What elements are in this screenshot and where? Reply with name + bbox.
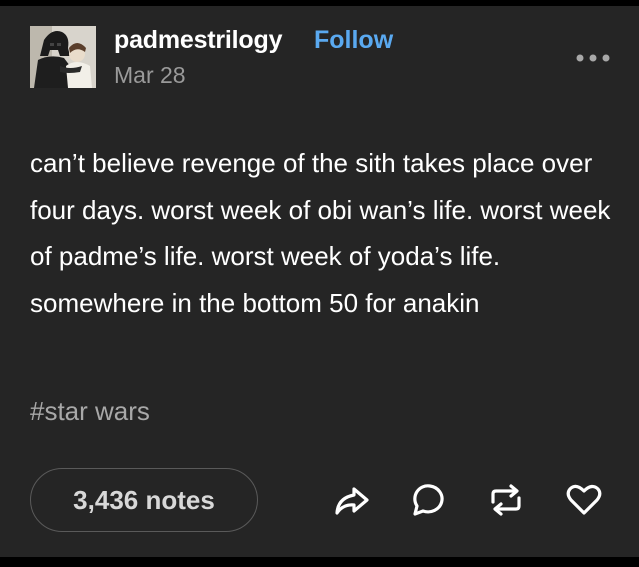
- more-options-button[interactable]: [575, 48, 611, 68]
- post-date[interactable]: Mar 28: [114, 62, 186, 89]
- username[interactable]: padmestrilogy: [114, 26, 282, 55]
- post-card: padmestrilogy Follow Mar 28 can’t believ…: [0, 6, 639, 557]
- reply-button[interactable]: [409, 480, 449, 520]
- follow-button[interactable]: Follow: [314, 26, 393, 55]
- reply-icon: [413, 484, 444, 516]
- avatar[interactable]: [30, 26, 96, 88]
- like-button[interactable]: [564, 480, 604, 520]
- avatar-image: [30, 26, 96, 88]
- more-icon: [576, 54, 610, 62]
- tag-link[interactable]: #star wars: [30, 396, 150, 427]
- reblog-icon: [491, 484, 521, 516]
- notes-button[interactable]: 3,436 notes: [30, 468, 258, 532]
- share-button[interactable]: [332, 480, 372, 520]
- reblog-button[interactable]: [486, 480, 526, 520]
- heart-icon: [566, 484, 602, 515]
- post-body: can’t believe revenge of the sith takes …: [30, 148, 611, 318]
- share-icon: [335, 487, 369, 515]
